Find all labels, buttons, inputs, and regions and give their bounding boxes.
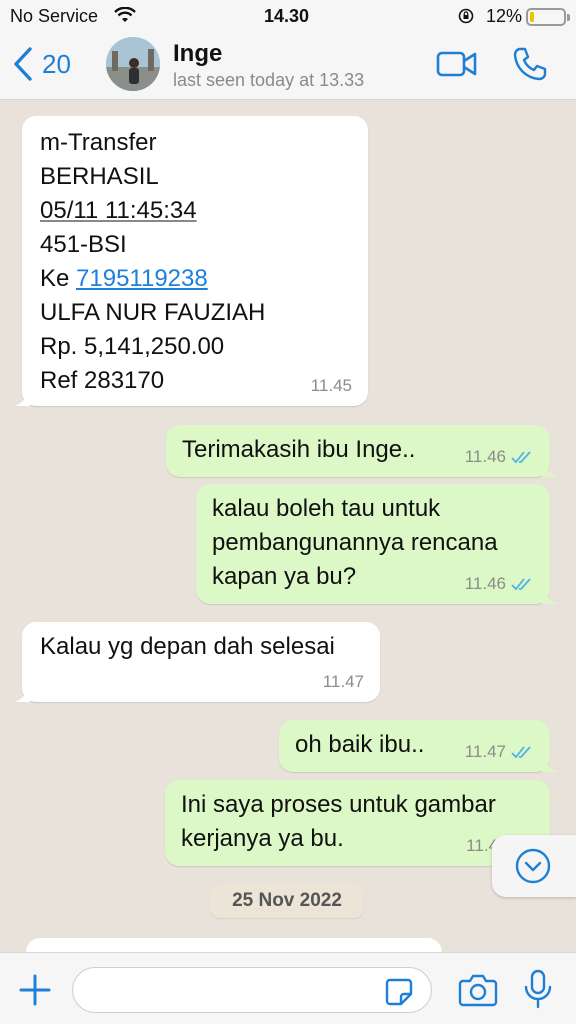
chevron-down-circle-icon [515,848,551,884]
double-check-icon [511,578,531,591]
battery-percent: 12% [486,6,523,26]
double-check-icon [511,451,531,464]
message-time: 11.45 [310,376,352,395]
account-number-link[interactable]: 7195119238 [76,265,208,292]
back-button[interactable]: 20 [12,46,71,82]
video-camera-icon[interactable] [436,48,478,80]
message-line: Kalau yg depan dah selesai [40,633,335,660]
battery-icon [526,8,570,26]
carrier-label: No Service [10,6,99,26]
battery-fill [530,12,534,22]
avatar-image [106,37,160,91]
microphone-icon[interactable] [522,969,554,1009]
chevron-left-icon [14,47,32,81]
message-datetime[interactable]: 05/11 11:45:34 [40,197,197,224]
scroll-to-bottom-button[interactable] [492,835,576,897]
outgoing-message[interactable]: oh baik ibu.. 11.47 [279,720,558,772]
composer-bar [0,952,576,1024]
plus-icon[interactable] [18,973,52,1007]
chat-header: 20 Inge last seen today at 13.33 [0,32,576,100]
clock: 14.30 [264,6,310,26]
bubble-tail [14,390,30,406]
message-line: m-Transfer [40,129,157,156]
phone-icon[interactable] [512,46,548,82]
date-separator: 25 Nov 2022 [210,884,364,918]
outgoing-message[interactable]: Terimakasih ibu Inge.. 11.46 [166,425,558,477]
wifi-icon [114,7,136,22]
bubble-tail [542,461,558,477]
bubble-tail [14,686,30,702]
last-seen-status: last seen today at 13.33 [173,70,365,90]
chat-area[interactable]: m-Transfer BERHASIL 05/11 11:45:34 451-B… [0,100,576,952]
contact-name[interactable]: Inge [173,40,222,68]
message-time: 11.47 [322,672,364,691]
message-input[interactable] [72,967,432,1013]
outgoing-message[interactable]: kalau boleh tau untuk pembangunannya ren… [196,484,558,604]
message-time: 11.47 [464,742,506,761]
avatar[interactable] [106,37,160,91]
message-line: Ref 283170 [40,367,165,394]
incoming-message-partial[interactable] [26,938,442,952]
incoming-message[interactable]: m-Transfer BERHASIL 05/11 11:45:34 451-B… [14,116,368,406]
message-line: ULFA NUR FAUZIAH [40,299,266,326]
message-line: Ini saya proses untuk gambar [181,791,496,818]
bubble-tail [542,756,558,772]
status-bar: No Service 14.30 12% [0,0,576,32]
sticker-icon[interactable] [384,977,414,1007]
message-line: 451-BSI [40,231,127,258]
message-line: kalau boleh tau untuk [212,495,441,522]
incoming-message[interactable]: Kalau yg depan dah selesai 11.47 [14,622,380,702]
message-line: BERHASIL [40,163,159,190]
message-time: 11.46 [464,574,506,593]
message-line: Ke [40,265,77,292]
orientation-lock-icon [458,8,474,24]
unread-count: 20 [42,48,71,79]
message-line: Rp. 5,141,250.00 [40,333,225,360]
double-check-icon [511,746,531,759]
bubble-tail [542,588,558,604]
camera-icon[interactable] [458,973,498,1007]
message-line: pembangunannya rencana [212,529,498,556]
message-time: 11.46 [464,447,506,466]
